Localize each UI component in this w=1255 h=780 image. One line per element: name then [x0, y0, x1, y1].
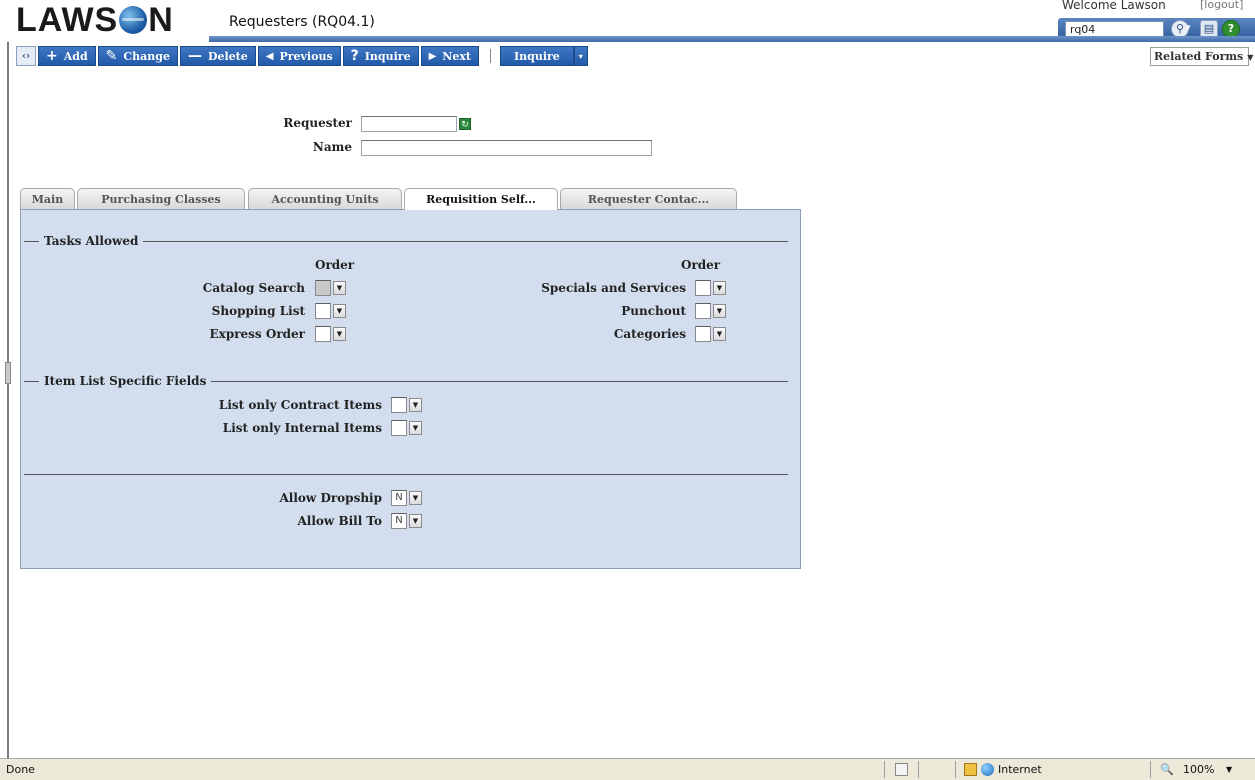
related-forms-select[interactable]: Related Forms ▼ [1150, 47, 1253, 66]
shopping-list-select[interactable]: ▼ [315, 303, 347, 319]
item-list-fields-title: Item List Specific Fields [39, 374, 212, 388]
tab-accounting-units[interactable]: Accounting Units [248, 188, 402, 209]
inquire-dropdown-icon[interactable]: ▾ [573, 46, 588, 66]
allow-bill-to-label: Allow Bill To [297, 514, 383, 528]
punchout-label: Punchout [621, 304, 686, 318]
tab-main[interactable]: Main [20, 188, 75, 209]
logout-link[interactable]: [logout] [1200, 0, 1243, 11]
categories-label: Categories [613, 327, 686, 341]
zoom-level[interactable]: 100% [1183, 763, 1214, 776]
tab-requester-contact[interactable]: Requester Contac... [560, 188, 737, 209]
pencil-icon: ✎ [105, 48, 118, 64]
app-header: LAWS N Requesters (RQ04.1) Welcome Lawson… [0, 0, 1255, 42]
categories-select[interactable]: ▼ [695, 326, 727, 342]
catalog-search-label: Catalog Search [202, 281, 305, 295]
dropdown-arrow-icon: ▼ [333, 281, 346, 295]
contract-items-label: List only Contract Items [218, 398, 382, 412]
dropdown-arrow-icon: ▼ [333, 327, 346, 341]
frame-splitter-handle[interactable] [5, 362, 11, 384]
previous-button[interactable]: ◀ Previous [257, 46, 341, 66]
question-icon: ? [350, 48, 359, 64]
dropdown-arrow-icon: ▼ [713, 281, 726, 295]
tab-requisition-self[interactable]: Requisition Self... [404, 188, 558, 210]
status-divider [918, 761, 919, 778]
add-button[interactable]: + Add [38, 46, 96, 66]
name-label: Name [312, 140, 352, 154]
order-header-left: Order [315, 258, 355, 272]
form-title: Requesters (RQ04.1) [229, 14, 375, 30]
requester-input[interactable] [361, 116, 457, 132]
collapse-toolbar-button[interactable]: ‹› [16, 46, 36, 66]
status-divider [1150, 761, 1151, 778]
toolbar-divider [489, 49, 491, 63]
dropdown-arrow-icon: ▼ [409, 514, 422, 528]
dropdown-arrow-icon: ▼ [333, 304, 346, 318]
specials-and-services-label: Specials and Services [541, 281, 686, 295]
punchout-select[interactable]: ▼ [695, 303, 727, 319]
specials-and-services-select[interactable]: ▼ [695, 280, 727, 296]
plus-icon: + [46, 48, 58, 64]
zoom-dropdown-icon[interactable]: ▼ [1226, 765, 1232, 774]
minus-icon: — [187, 48, 202, 64]
left-frame-border [7, 42, 9, 758]
name-input[interactable] [361, 140, 652, 156]
tasks-allowed-title: Tasks Allowed [39, 234, 144, 248]
inquire-button[interactable]: ? Inquire [342, 46, 419, 66]
protected-mode-icon[interactable] [964, 763, 977, 776]
status-divider [955, 761, 956, 778]
delete-button[interactable]: — Delete [179, 46, 256, 66]
globe-icon [119, 6, 148, 34]
allow-bill-to-select[interactable]: N ▼ [391, 513, 423, 529]
form-toolbar: ‹› + Add ✎ Change — Delete ◀ Previous ? Inqui… [16, 46, 590, 66]
lawson-logo: LAWS N [16, 1, 174, 39]
zone-label: Internet [998, 763, 1042, 776]
dropdown-arrow-icon: ▼ [409, 421, 422, 435]
dropdown-arrow-icon: ▼ [713, 304, 726, 318]
contract-items-select[interactable]: ▼ [391, 397, 423, 413]
page-icon [895, 763, 908, 776]
status-text: Done [6, 763, 35, 776]
catalog-search-select[interactable]: ▼ [315, 280, 347, 296]
right-arrow-icon: ▶ [428, 50, 437, 62]
express-order-select[interactable]: ▼ [315, 326, 347, 342]
allow-dropship-select[interactable]: N ▼ [391, 490, 423, 506]
internal-items-select[interactable]: ▼ [391, 420, 423, 436]
status-divider [884, 761, 885, 778]
order-header-right: Order [681, 258, 721, 272]
lookup-icon[interactable]: ↻ [459, 118, 471, 130]
welcome-text: Welcome Lawson [1062, 0, 1166, 12]
requester-label: Requester [283, 116, 352, 130]
inquire-menu-button[interactable]: Inquire [499, 46, 574, 66]
internal-items-label: List only Internal Items [222, 421, 382, 435]
search-dropdown-icon[interactable]: ▾ [1186, 23, 1191, 33]
express-order-label: Express Order [209, 327, 305, 341]
zoom-icon[interactable]: 🔍 [1160, 763, 1174, 776]
left-arrow-icon: ◀ [265, 50, 274, 62]
internet-zone-icon [981, 763, 994, 776]
tab-purchasing-classes[interactable]: Purchasing Classes [77, 188, 245, 209]
chevron-down-icon: ▼ [1247, 52, 1254, 62]
next-button[interactable]: ▶ Next [420, 46, 479, 66]
section-divider [24, 474, 788, 475]
change-button[interactable]: ✎ Change [97, 46, 178, 66]
dropdown-arrow-icon: ▼ [409, 491, 422, 505]
allow-dropship-label: Allow Dropship [279, 491, 383, 505]
header-accent-bar [209, 36, 1255, 42]
shopping-list-label: Shopping List [211, 304, 305, 318]
dropdown-arrow-icon: ▼ [713, 327, 726, 341]
dropdown-arrow-icon: ▼ [409, 398, 422, 412]
browser-status-bar: Done Internet 🔍 100% ▼ [0, 758, 1255, 780]
tab-panel: Tasks Allowed Order Order Catalog Search… [20, 209, 801, 569]
